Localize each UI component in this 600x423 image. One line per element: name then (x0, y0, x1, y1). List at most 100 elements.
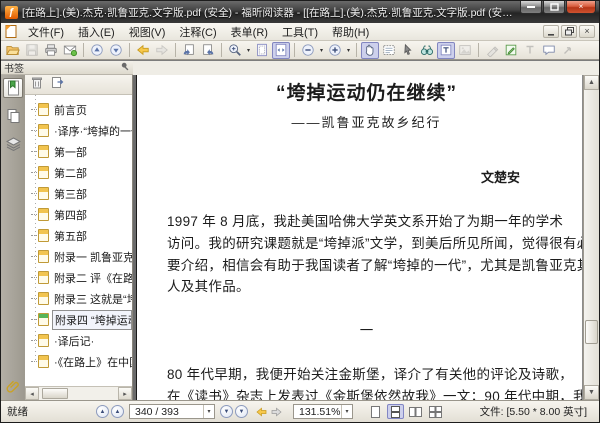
menu-item[interactable]: 工具(T) (275, 25, 325, 41)
statusbar: 就绪 ▲ ▲ 340 / 393 ▾ ▼ ▼ 131.51% ▾ 文件: [5.… (1, 400, 599, 422)
horizontal-scroll-thumb[interactable] (42, 388, 68, 399)
child-restore-button[interactable] (561, 25, 577, 38)
close-button[interactable]: × (566, 1, 596, 14)
vertical-scroll-track[interactable] (584, 90, 599, 385)
scroll-right-button[interactable]: ▸ (118, 387, 132, 400)
single-page-layout-button[interactable] (367, 404, 384, 419)
bookmark-page-icon (38, 124, 49, 137)
back-button[interactable] (134, 42, 152, 59)
window-title: [在路上].(美).杰克·凯鲁亚克.文字版.pdf (安全) - 福昕阅读器 -… (22, 6, 516, 19)
comment-button[interactable] (540, 42, 558, 59)
menu-item[interactable]: 表单(R) (224, 25, 275, 41)
zoom-tool-button[interactable] (226, 42, 244, 59)
bookmark-item[interactable]: 附录四 “垮掉运动仍在 (31, 309, 132, 330)
facing-layout-button[interactable] (407, 404, 424, 419)
bookmark-item[interactable]: ·《在路上》在中国·— (31, 351, 132, 372)
note-edit-button[interactable] (502, 42, 520, 59)
next-view-button[interactable] (107, 42, 125, 59)
horizontal-scroll-track[interactable] (39, 387, 118, 400)
child-minimize-button[interactable] (543, 25, 559, 38)
tab-layers[interactable] (3, 134, 23, 154)
pages-tab-icon (7, 109, 19, 123)
bookmark-page-icon (38, 145, 49, 158)
bookmark-item[interactable]: ·译后记· (31, 330, 132, 351)
fit-page-button[interactable] (253, 42, 271, 59)
bookmark-label: 附录一 凯鲁亚克年谱 (54, 251, 132, 264)
first-page-button[interactable]: ▲ (96, 405, 109, 418)
bookmark-item[interactable]: 第二部 (31, 162, 132, 183)
maximize-button[interactable] (543, 1, 565, 14)
child-close-button[interactable]: × (579, 25, 595, 38)
menu-item[interactable]: 文件(F) (21, 25, 71, 41)
snapshot-icon (459, 45, 471, 55)
minimize-button[interactable] (520, 1, 542, 14)
vertical-scrollbar[interactable]: ▲ ▼ (583, 75, 599, 400)
pin-icon[interactable] (121, 62, 130, 74)
typewriter-button[interactable] (521, 42, 539, 59)
tab-attachments[interactable] (3, 376, 23, 396)
bookmark-item[interactable]: 前言页 (31, 99, 132, 120)
zoom-in-button[interactable] (326, 42, 344, 59)
toolbar-separator (129, 43, 130, 57)
bookmarks-horizontal-scrollbar[interactable]: ◂ ▸ (25, 386, 132, 400)
email-button[interactable] (61, 42, 79, 59)
page-dropdown-icon[interactable]: ▾ (203, 405, 214, 418)
text-viewer-button[interactable] (437, 41, 455, 59)
select-annotation-button[interactable] (399, 42, 417, 59)
status-message: 就绪 (7, 406, 28, 418)
prev-view-button[interactable] (88, 42, 106, 59)
bookmark-item[interactable]: 第一部 (31, 141, 132, 162)
scroll-down-button[interactable]: ▼ (584, 385, 599, 400)
zoom-dropdown-icon[interactable]: ▾ (341, 405, 352, 418)
zoom-out-dropdown[interactable]: ▾ (318, 47, 325, 54)
previous-view-button[interactable] (255, 406, 268, 418)
hand-tool-button[interactable] (361, 41, 379, 59)
next-view-button[interactable] (270, 406, 283, 418)
scroll-left-button[interactable]: ◂ (25, 387, 39, 400)
continuous-facing-layout-button[interactable] (427, 404, 444, 419)
zoom-out-button[interactable] (299, 42, 317, 59)
vertical-scroll-thumb[interactable] (585, 320, 598, 345)
tab-bookmarks[interactable] (3, 78, 23, 98)
menu-item[interactable]: 帮助(H) (325, 25, 376, 41)
rotate-right-button[interactable] (199, 42, 217, 59)
view-history-buttons (255, 406, 283, 418)
bookmark-page-icon (38, 313, 49, 326)
next-page-button[interactable]: ▼ (220, 405, 233, 418)
save-icon (26, 44, 38, 56)
rotate-left-button[interactable] (180, 42, 198, 59)
zoom-in-dropdown[interactable]: ▾ (345, 47, 352, 54)
bookmark-item[interactable]: 第四部 (31, 204, 132, 225)
tab-pages[interactable] (3, 106, 23, 126)
last-page-button[interactable]: ▼ (235, 405, 248, 418)
continuous-facing-icon (429, 405, 442, 418)
find-button[interactable] (418, 42, 436, 59)
bookmark-item[interactable]: ·译序·“垮掉的一代”、 (31, 120, 132, 141)
menu-item[interactable]: 视图(V) (122, 25, 173, 41)
bookmark-item[interactable]: 附录二 评《在路上》 (31, 267, 132, 288)
bookmark-item[interactable]: 第三部 (31, 183, 132, 204)
open-button[interactable] (4, 42, 22, 59)
print-button[interactable] (42, 42, 60, 59)
forward-button[interactable] (153, 42, 171, 59)
menu-item[interactable]: 插入(E) (71, 25, 122, 41)
bookmark-item[interactable]: 附录三 这就是“垮掉的 (31, 288, 132, 309)
bookmark-item[interactable]: 附录一 凯鲁亚克年谱 (31, 246, 132, 267)
scroll-up-button[interactable]: ▲ (584, 75, 599, 90)
share-button[interactable] (559, 42, 577, 59)
prev-page-button[interactable]: ▲ (111, 405, 124, 418)
pdf-page[interactable]: “垮掉运动仍在继续” ——凯鲁亚克故乡纪行 文楚安 1997 年 8 月底，我赴… (136, 75, 583, 400)
snapshot-button[interactable] (456, 42, 474, 59)
select-text-button[interactable] (380, 42, 398, 59)
save-button[interactable] (23, 42, 41, 59)
zoom-tool-dropdown[interactable]: ▾ (245, 47, 252, 54)
bookmark-item[interactable]: 第五部 (31, 225, 132, 246)
fit-width-button[interactable] (272, 41, 290, 59)
delete-bookmark-button[interactable] (31, 76, 43, 94)
expand-bookmark-button[interactable] (51, 76, 64, 94)
highlighter-button[interactable] (483, 42, 501, 59)
zoom-field[interactable]: 131.51% ▾ (293, 404, 353, 419)
menu-item[interactable]: 注释(C) (172, 25, 223, 41)
continuous-layout-button[interactable] (387, 404, 404, 419)
page-number-field[interactable]: 340 / 393 ▾ (129, 404, 215, 419)
